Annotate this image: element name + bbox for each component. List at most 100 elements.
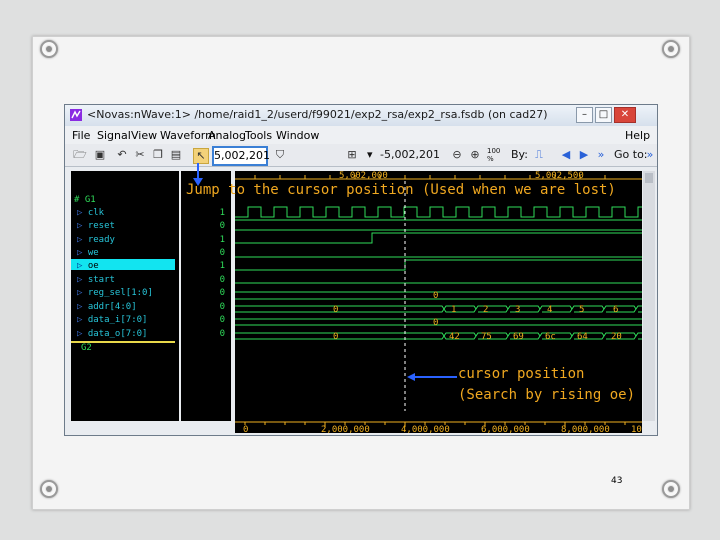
wave-data-i-value: 0 [433, 318, 438, 328]
waveform-pane: 5,002,000 5,002,500 0 0 1 2 3 4 5 6 0 0 … [235, 171, 642, 421]
time-label-3: 6,000,000 [481, 425, 530, 433]
fast-forward-icon[interactable]: » [594, 148, 608, 162]
wave-data-o-value-5: 64 [577, 332, 588, 342]
corner-pin-icon [40, 480, 58, 498]
wave-addr-value-4: 4 [547, 305, 552, 315]
scroll-up-icon[interactable] [645, 173, 653, 183]
signal-oe[interactable]: ▷ oe [77, 261, 99, 271]
zoom-fit-button[interactable]: 100 % [487, 147, 500, 163]
cursor-pointer-arrowhead [407, 373, 415, 381]
delta-dropdown[interactable]: ▾ [367, 147, 373, 163]
zoom-out-icon[interactable]: ⊖ [450, 148, 464, 162]
undo-icon[interactable]: ↶ [115, 148, 129, 162]
wave-ready [235, 232, 642, 244]
copy-icon[interactable]: ❐ [151, 148, 165, 162]
delta-value: -5,002,201 [380, 148, 440, 161]
signal-data-o[interactable]: ▷ data_o[7:0] [77, 329, 147, 339]
menu-window[interactable]: Window [276, 129, 319, 142]
menu-analog[interactable]: Analog [208, 129, 246, 142]
signal-we[interactable]: ▷ we [77, 248, 99, 258]
wave-data-o-value-2: 75 [481, 332, 492, 342]
wave-reset [235, 219, 642, 231]
paste-icon[interactable]: ▤ [169, 148, 183, 162]
wave-addr-value-2: 2 [483, 305, 488, 315]
search-back-icon[interactable]: ◀ [559, 148, 573, 162]
time-label-1: 2,000,000 [321, 425, 370, 433]
wave-data-o-value-4: 6c [545, 332, 556, 342]
signal-pane: # G1 ▷ clk ▷ reset ▷ ready ▷ we ▷ oe ▷ s… [71, 171, 179, 421]
marker-icon[interactable]: ⛉ [273, 148, 287, 162]
wave-reg-sel [235, 291, 642, 300]
goto-arrow-icon[interactable]: » [643, 148, 657, 162]
maximize-button[interactable]: □ [595, 107, 612, 123]
value-clk: 1 [219, 208, 225, 218]
time-label-2: 4,000,000 [401, 425, 450, 433]
wave-oe [235, 259, 642, 271]
cut-icon[interactable]: ✂ [133, 148, 147, 162]
time-label-0: 0 [243, 425, 248, 433]
minimize-button[interactable]: – [576, 107, 593, 123]
corner-pin-icon [40, 40, 58, 58]
group-g2[interactable]: G2 [81, 343, 92, 353]
value-ready: 1 [219, 235, 225, 245]
app-icon [70, 109, 82, 121]
wave-data-o-value-0: 0 [333, 332, 338, 342]
value-pane: 1 0 1 0 1 0 0 0 0 0 [181, 171, 231, 421]
zoom-in-icon[interactable]: ⊕ [468, 148, 482, 162]
vertical-scrollbar[interactable] [643, 171, 655, 421]
save-icon[interactable]: ▣ [93, 148, 107, 162]
signal-reset[interactable]: ▷ reset [77, 221, 115, 231]
signal-data-i[interactable]: ▷ data_i[7:0] [77, 315, 147, 325]
value-we: 0 [219, 248, 225, 258]
wave-addr-value-0: 0 [333, 305, 338, 315]
menu-bar: File Signal View Waveform Analog Tools W… [65, 126, 657, 144]
menu-tools[interactable]: Tools [245, 129, 272, 142]
value-addr: 0 [219, 302, 225, 312]
signal-addr[interactable]: ▷ addr[4:0] [77, 302, 137, 312]
close-button[interactable]: ✕ [614, 107, 636, 123]
by-label: By: [511, 148, 528, 161]
value-start: 0 [219, 275, 225, 285]
wave-addr-value-1: 1 [451, 305, 456, 315]
menu-help[interactable]: Help [625, 129, 650, 142]
window-title: <Novas:nWave:1> /home/raid1_2/userd/f990… [87, 108, 548, 121]
signal-clk[interactable]: ▷ clk [77, 208, 104, 218]
wave-addr-value-6: 6 [613, 305, 618, 315]
wave-data-o-value-6: 20 [611, 332, 622, 342]
page-number: 43 [611, 476, 623, 486]
corner-pin-icon [662, 480, 680, 498]
menu-file[interactable]: File [72, 129, 90, 142]
menu-signal[interactable]: Signal [97, 129, 131, 142]
toolbar: 🗁 ▣ ↶ ✂ ❐ ▤ ↖ 5,002,201 ⛉ ⊞ ▾ -5,002,201… [65, 144, 657, 167]
cursor-time-field[interactable]: 5,002,201 [212, 146, 270, 166]
annotation-cursor-2: (Search by rising oe) [458, 387, 636, 403]
group-g1[interactable]: # G1 [74, 195, 96, 205]
corner-pin-icon [662, 40, 680, 58]
delta-icon: ⊞ [347, 148, 357, 161]
wave-clk [235, 206, 642, 218]
value-reg-sel: 0 [219, 288, 225, 298]
open-folder-icon[interactable]: 🗁 [73, 148, 87, 162]
wave-reg-sel-value: 0 [433, 291, 438, 301]
time-ruler[interactable]: 0 2,000,000 4,000,000 6,000,000 8,000,00… [235, 421, 642, 433]
title-bar: <Novas:nWave:1> /home/raid1_2/userd/f990… [65, 105, 657, 126]
time-label-4: 8,000,000 [561, 425, 610, 433]
value-reset: 0 [219, 221, 225, 231]
top-ruler-right: 5,002,500 [535, 171, 584, 181]
wave-data-o-value-1: 42 [449, 332, 460, 342]
top-ruler-left: 5,002,000 [339, 171, 388, 181]
signal-ready[interactable]: ▷ ready [77, 235, 115, 245]
search-forward-icon[interactable]: ▶ [577, 148, 591, 162]
rising-edge-icon[interactable]: ⎍ [532, 148, 546, 162]
wave-data-i [235, 318, 642, 326]
signal-reg-sel[interactable]: ▷ reg_sel[1:0] [77, 288, 153, 298]
wave-data-o-value-3: 69 [513, 332, 524, 342]
waveform-canvas[interactable]: 5,002,000 5,002,500 0 0 1 2 3 4 5 6 0 0 … [235, 171, 642, 421]
time-label-5: 10 [631, 425, 642, 433]
menu-view[interactable]: View [131, 129, 157, 142]
signal-start[interactable]: ▷ start [77, 275, 115, 285]
value-data-i: 0 [219, 315, 225, 325]
wave-addr-value-5: 5 [579, 305, 584, 315]
wave-addr-value-3: 3 [515, 305, 520, 315]
cursor-select-icon[interactable]: ↖ [193, 148, 209, 164]
